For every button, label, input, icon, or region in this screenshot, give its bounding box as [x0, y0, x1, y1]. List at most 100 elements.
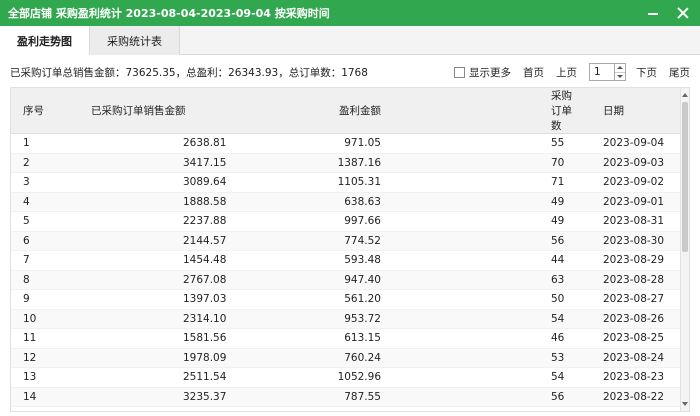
cell-sales: 2144.57	[91, 231, 281, 251]
cell-sales: 1581.56	[91, 328, 281, 349]
stats-table-container: 序号 已采购订单销售金额 盈利金额 采购订单数 日期 1 2638.81 971.0…	[10, 87, 690, 412]
table-row[interactable]: 151976.62805.58592023-08-21	[11, 406, 682, 411]
cell-date: 2023-09-02	[581, 172, 682, 193]
table-row[interactable]: 11 1581.56 613.15 46 2023-08-25	[11, 328, 682, 349]
cell-profit: 947.40	[281, 270, 381, 290]
table-row[interactable]: 5 2237.88 997.66 49 2023-08-31	[11, 211, 682, 232]
cell-index: 11	[11, 328, 91, 349]
table-row[interactable]: 4 1888.58 638.63 49 2023-09-01	[11, 192, 682, 212]
scroll-down-icon[interactable]	[681, 399, 689, 409]
cell-orders: 54	[381, 309, 581, 329]
table-row[interactable]: 14 3235.37 787.55 56 2023-08-22	[11, 387, 682, 407]
cell-index: 7	[11, 250, 91, 271]
cell-orders: 70	[381, 153, 581, 173]
scroll-up-icon[interactable]	[681, 90, 689, 100]
last-page-button[interactable]: 尾页	[669, 65, 690, 80]
cell-profit: 1052.96	[281, 367, 381, 388]
cell-index: 13	[11, 367, 91, 388]
cell-date: 2023-08-23	[581, 367, 682, 388]
header-date[interactable]: 日期	[581, 88, 682, 134]
cell-sales: 3417.15	[91, 153, 281, 173]
table-row[interactable]: 2 3417.15 1387.16 70 2023-09-03	[11, 153, 682, 173]
table-row[interactable]: 13 2511.54 1052.96 54 2023-08-23	[11, 367, 682, 388]
cell-orders: 46	[381, 328, 581, 349]
summary-bar: 已采购订单总销售金额：73625.35，总盈利：26343.93，总订单数：17…	[0, 59, 700, 85]
window-controls	[646, 0, 690, 26]
cell-index: 8	[11, 270, 91, 290]
cell-sales: 2511.54	[91, 367, 281, 388]
tab-bar: 盈利走势图 采购统计表	[0, 26, 700, 55]
header-sales[interactable]: 已采购订单销售金额	[91, 88, 281, 134]
scroll-thumb[interactable]	[682, 102, 688, 252]
cell-orders: 49	[381, 211, 581, 232]
table-row[interactable]: 9 1397.03 561.20 50 2023-08-27	[11, 289, 682, 310]
cell-orders: 54	[381, 367, 581, 388]
table-row[interactable]: 10 2314.10 953.72 54 2023-08-26	[11, 309, 682, 329]
stats-table: 序号 已采购订单销售金额 盈利金额 采购订单数 日期 1 2638.81 971.0…	[11, 88, 682, 411]
cell-date: 2023-08-28	[581, 270, 682, 290]
cell-orders: 71	[381, 172, 581, 193]
minimize-icon[interactable]	[646, 6, 660, 20]
vertical-scrollbar[interactable]	[680, 88, 689, 411]
spin-down-icon[interactable]	[615, 73, 625, 81]
cell-sales: 2237.88	[91, 211, 281, 232]
cell-index: 10	[11, 309, 91, 329]
header-profit[interactable]: 盈利金额	[281, 88, 381, 134]
cell-date: 2023-08-27	[581, 289, 682, 310]
cell-profit: 593.48	[281, 250, 381, 271]
cell-index: 3	[11, 172, 91, 193]
cell-orders: 63	[381, 270, 581, 290]
header-orders[interactable]: 采购订单数	[381, 88, 581, 134]
cell-profit: 561.20	[281, 289, 381, 310]
cell-profit: 805.58	[281, 406, 381, 411]
cell-profit: 774.52	[281, 231, 381, 251]
cell-sales: 1978.09	[91, 348, 281, 368]
tab-purchase-stats[interactable]: 采购统计表	[90, 26, 180, 55]
cell-index: 14	[11, 387, 91, 407]
show-more-checkbox[interactable]	[454, 66, 465, 78]
cell-profit: 787.55	[281, 387, 381, 407]
summary-text: 已采购订单总销售金额：73625.35，总盈利：26343.93，总订单数：17…	[10, 67, 368, 79]
cell-date: 2023-09-01	[581, 192, 682, 212]
cell-index: 5	[11, 211, 91, 232]
cell-index: 4	[11, 192, 91, 212]
show-more-label[interactable]: 显示更多	[469, 65, 511, 80]
cell-profit: 760.24	[281, 348, 381, 368]
table-row[interactable]: 3 3089.64 1105.31 71 2023-09-02	[11, 172, 682, 193]
page-spinner[interactable]	[615, 63, 626, 81]
first-page-button[interactable]: 首页	[523, 65, 544, 80]
table-row[interactable]: 7 1454.48 593.48 44 2023-08-29	[11, 250, 682, 271]
spin-up-icon[interactable]	[615, 64, 625, 73]
table-row[interactable]: 8 2767.08 947.40 63 2023-08-28	[11, 270, 682, 290]
header-index[interactable]: 序号	[11, 88, 91, 134]
cell-sales: 1888.58	[91, 192, 281, 212]
cell-profit: 1105.31	[281, 172, 381, 193]
page-number-input[interactable]	[589, 63, 615, 81]
cell-date: 2023-09-03	[581, 153, 682, 173]
cell-orders: 53	[381, 348, 581, 368]
cell-index: 6	[11, 231, 91, 251]
table-row[interactable]: 12 1978.09 760.24 53 2023-08-24	[11, 348, 682, 368]
cell-profit: 1387.16	[281, 153, 381, 173]
window-title: 全部店铺 采购盈利统计 2023-08-04-2023-09-04 按采购时间	[8, 7, 330, 20]
cell-date: 2023-08-29	[581, 250, 682, 271]
cell-date: 2023-08-21	[581, 406, 682, 411]
cell-index: 2	[11, 153, 91, 173]
cell-sales: 1976.62	[91, 406, 281, 411]
cell-sales: 2314.10	[91, 309, 281, 329]
pager: 显示更多 首页 上页 下页 尾页	[454, 62, 690, 82]
title-bar: 全部店铺 采购盈利统计 2023-08-04-2023-09-04 按采购时间	[0, 0, 700, 26]
table-row[interactable]: 6 2144.57 774.52 56 2023-08-30	[11, 231, 682, 251]
cell-sales: 1397.03	[91, 289, 281, 310]
cell-profit: 638.63	[281, 192, 381, 212]
cell-date: 2023-08-25	[581, 328, 682, 349]
cell-date: 2023-08-22	[581, 387, 682, 407]
cell-date: 2023-08-26	[581, 309, 682, 329]
cell-orders: 56	[381, 231, 581, 251]
next-page-button[interactable]: 下页	[636, 65, 657, 80]
close-icon[interactable]	[676, 6, 690, 20]
tab-profit-trend[interactable]: 盈利走势图	[0, 26, 90, 55]
table-row[interactable]: 1 2638.81 971.05 55 2023-09-04	[11, 133, 682, 154]
prev-page-button[interactable]: 上页	[556, 65, 577, 80]
cell-date: 2023-08-31	[581, 211, 682, 232]
